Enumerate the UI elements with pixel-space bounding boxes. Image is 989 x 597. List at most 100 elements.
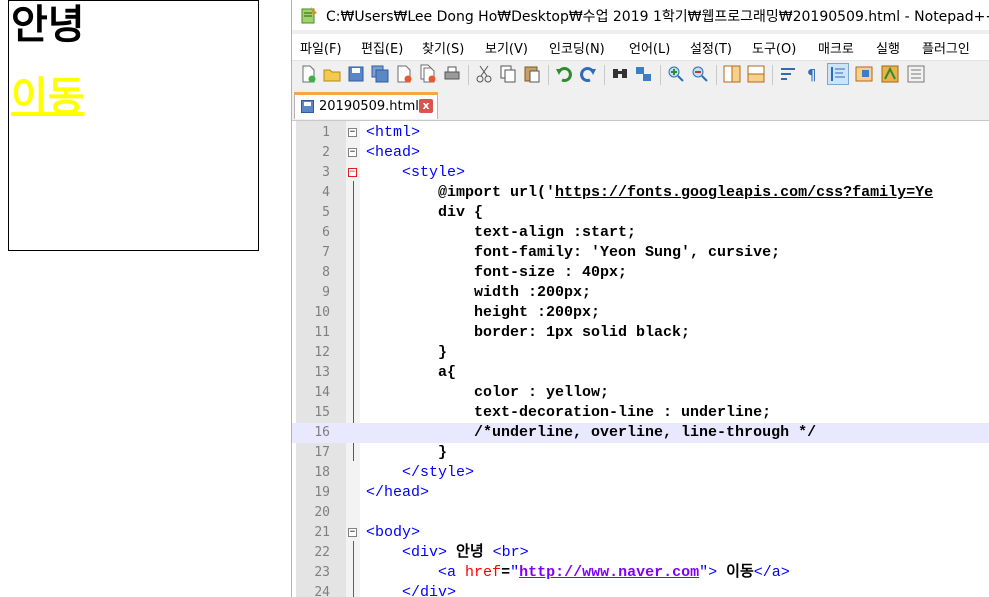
replace-icon[interactable] [634,64,654,84]
code-text: @import url('https://fonts.googleapis.co… [366,184,934,201]
code-line[interactable]: 16 /*underline, overline, line-through *… [292,423,989,443]
code-line[interactable]: 1 − <html> [292,123,989,143]
doc-map-icon[interactable] [854,64,874,84]
save-icon [301,100,314,113]
line-number: 3 [322,165,330,180]
zoom-in-icon[interactable] [666,64,686,84]
code-line[interactable]: 6 text-align :start; [292,223,989,243]
fold-toggle-icon[interactable]: − [348,148,357,157]
menu-settings[interactable]: 설정(T) [690,38,732,57]
find-icon[interactable] [610,64,630,84]
code-line[interactable]: 23 <a href="http://www.naver.com"> 이동</a… [292,563,989,583]
menu-file[interactable]: 파일(F) [300,38,342,57]
code-line[interactable]: 19 </head> [292,483,989,503]
code-line[interactable]: 13 a{ [292,363,989,383]
code-line[interactable]: 12 } [292,343,989,363]
tab-label: 20190509.html [319,99,419,114]
cut-icon[interactable] [474,64,494,84]
new-file-icon[interactable] [298,64,318,84]
menu-language[interactable]: 언어(L) [629,38,670,57]
line-number: 6 [322,225,330,240]
menu-macro[interactable]: 매크로 [818,38,854,57]
menu-view[interactable]: 보기(V) [485,38,528,57]
code-line[interactable]: 15 text-decoration-line : underline; [292,403,989,423]
word-wrap-icon[interactable] [778,64,798,84]
sync-horizontal-icon[interactable] [746,64,766,84]
line-number: 8 [322,265,330,280]
code-line[interactable]: 9 width :200px; [292,283,989,303]
code-line[interactable]: 2 − <head> [292,143,989,163]
code-line[interactable]: 3 − <style> [292,163,989,183]
menu-run[interactable]: 실행 [876,38,900,57]
line-number: 5 [322,205,330,220]
close-icon[interactable] [394,64,414,84]
line-number: 14 [314,385,330,400]
code-line[interactable]: 18 </style> [292,463,989,483]
paste-icon[interactable] [522,64,542,84]
code-text: } [366,344,448,361]
code-editor[interactable]: 1− <html> 2− <head> 3− <style> 4 @import url(… [292,121,989,597]
open-file-icon[interactable] [322,64,342,84]
code-line[interactable]: 5 div { [292,203,989,223]
sync-vertical-icon[interactable] [722,64,742,84]
code-text: a{ [366,364,457,381]
code-text: </head> [366,484,430,501]
menu-edit[interactable]: 편집(E) [361,38,403,57]
close-all-icon[interactable] [418,64,438,84]
code-line[interactable]: 10 height :200px; [292,303,989,323]
code-line[interactable]: 14 color : yellow; [292,383,989,403]
code-line[interactable]: 20 [292,503,989,523]
tab-bar: 20190509.html x [292,90,989,121]
show-all-chars-icon[interactable]: ¶ [802,64,822,84]
code-text: text-align :start; [366,224,637,241]
fold-toggle-icon[interactable]: − [348,528,357,537]
menu-search[interactable]: 찾기(S) [422,38,464,57]
menu-plugins[interactable]: 플러그인 [922,38,970,57]
save-icon[interactable] [346,64,366,84]
code-line[interactable]: 11 border: 1px solid black; [292,323,989,343]
preview-text: 안녕 [11,2,85,48]
window-title: C:₩Users₩Lee Dong Ho₩Desktop₩수업 2019 1학기… [326,9,989,25]
menu-tools[interactable]: 도구(O) [752,38,796,57]
fold-toggle-icon[interactable]: − [348,128,357,137]
line-number: 10 [314,305,330,320]
folder-workspace-icon[interactable] [906,64,926,84]
line-number: 19 [314,485,330,500]
line-number: 20 [314,505,330,520]
close-tab-icon[interactable]: x [419,99,433,113]
undo-icon[interactable] [554,64,574,84]
code-line[interactable]: 24 </div> [292,583,989,597]
code-text: </style> [402,464,475,481]
preview-link[interactable]: 이동 [11,75,85,119]
save-all-icon[interactable] [370,64,390,84]
code-line[interactable]: 21 − <body> [292,523,989,543]
tab-20190509-html[interactable]: 20190509.html x [294,92,438,119]
line-number: 12 [314,345,330,360]
code-line[interactable]: 8 font-size : 40px; [292,263,989,283]
line-number: 11 [314,325,330,340]
redo-icon[interactable] [578,64,598,84]
zoom-out-icon[interactable] [690,64,710,84]
code-text: <div> 안녕 <br> [402,544,529,561]
title-bar: C:₩Users₩Lee Dong Ho₩Desktop₩수업 2019 1학기… [292,0,989,30]
function-list-icon[interactable] [880,64,900,84]
line-number: 18 [314,465,330,480]
fold-toggle-icon[interactable]: − [348,168,357,177]
code-line[interactable]: 4 @import url('https://fonts.googleapis.… [292,183,989,203]
code-text: } [366,444,448,461]
code-text: <head> [366,144,421,161]
line-number: 21 [314,525,330,540]
notepadpp-app-icon [301,7,317,24]
print-icon[interactable] [442,64,462,84]
line-number: 16 [314,425,330,440]
code-line[interactable]: 22 <div> 안녕 <br> [292,543,989,563]
menu-encoding[interactable]: 인코딩(N) [549,38,605,57]
code-line[interactable]: 17 } [292,443,989,463]
line-number: 4 [322,185,330,200]
code-text: <html> [366,124,421,141]
indent-guide-icon[interactable] [827,63,849,85]
line-number: 22 [314,545,330,560]
copy-icon[interactable] [498,64,518,84]
code-text: width :200px; [366,284,592,301]
code-line[interactable]: 7 font-family: 'Yeon Sung', cursive; [292,243,989,263]
